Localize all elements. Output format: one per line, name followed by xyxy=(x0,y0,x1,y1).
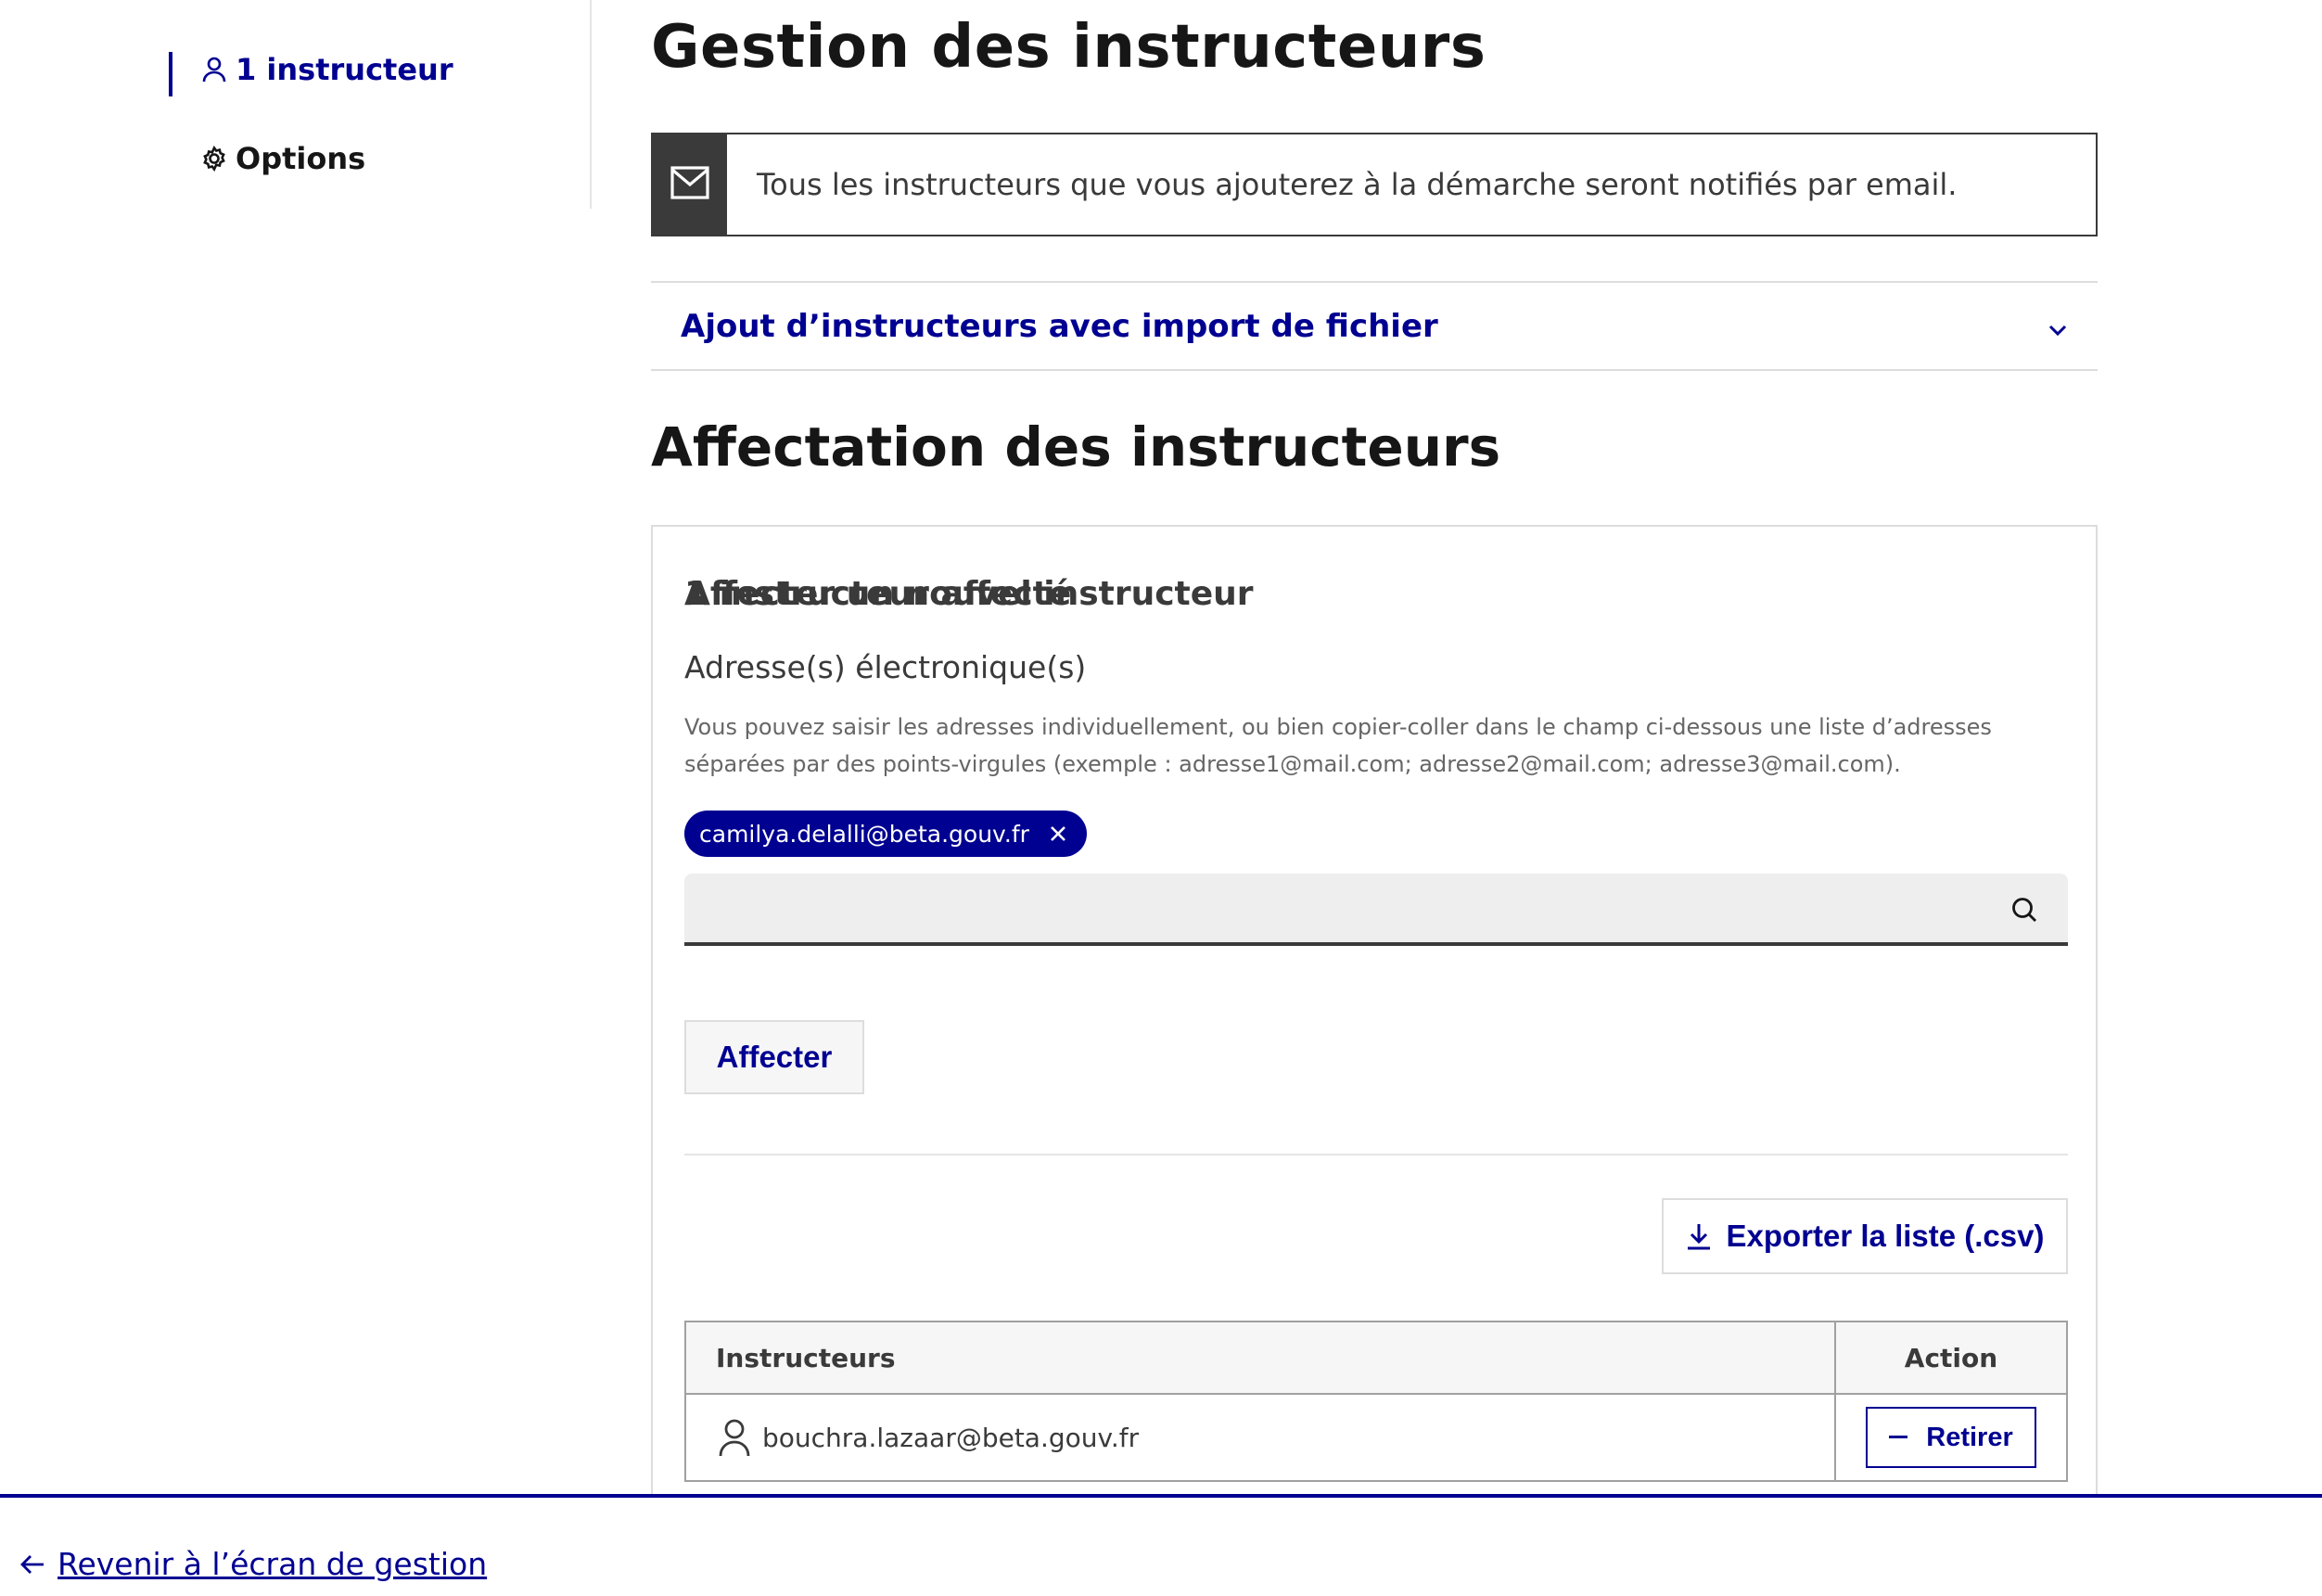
email-search-input[interactable] xyxy=(684,874,2068,942)
page: 1 instructeur Options Gestion des instru… xyxy=(0,0,2322,1596)
divider xyxy=(684,1154,2068,1156)
notice-icon-bar xyxy=(653,134,727,235)
back-link-label: Revenir à l’écran de gestion xyxy=(57,1546,488,1582)
user-icon xyxy=(200,56,228,83)
sidebar-item-label: Options xyxy=(236,141,366,176)
chevron-down-icon xyxy=(2048,308,2068,345)
sidebar-nav: 1 instructeur Options xyxy=(0,0,592,209)
remove-label: Retirer xyxy=(1926,1422,2013,1452)
assignment-card: Affecter un nouvel instructeur Adresse(s… xyxy=(651,525,2098,1596)
sticky-footer: Revenir à l’écran de gestion xyxy=(0,1494,2322,1596)
column-header-action: Action xyxy=(1834,1321,2068,1395)
sidebar-item-label: 1 instructeur xyxy=(236,52,453,87)
export-label: Exporter la liste (.csv) xyxy=(1726,1219,2045,1253)
mail-icon xyxy=(670,166,709,203)
tag-label: camilya.delalli@beta.gouv.fr xyxy=(699,820,1029,848)
email-field-hint: Vous pouvez saisir les adresses individu… xyxy=(684,714,1992,777)
selected-email-tag: camilya.delalli@beta.gouv.fr xyxy=(684,811,1087,857)
page-title: Gestion des instructeurs xyxy=(651,13,1486,82)
instructor-email: bouchra.lazaar@beta.gouv.fr xyxy=(762,1422,1140,1453)
assigned-count: 1 instructeur affecté xyxy=(684,575,1072,613)
accordion-label: Ajout d’instructeurs avec import de fich… xyxy=(681,307,1438,345)
export-csv-button[interactable]: Exporter la liste (.csv) xyxy=(1662,1198,2068,1274)
section-title: Affectation des instructeurs xyxy=(651,415,1501,479)
search-icon xyxy=(2010,896,2038,927)
gear-icon xyxy=(200,145,228,172)
sidebar-item-instructeurs[interactable]: 1 instructeur xyxy=(169,52,453,96)
column-header-instructeurs: Instructeurs xyxy=(684,1321,1836,1395)
minus-icon xyxy=(1889,1436,1908,1439)
remove-instructor-button[interactable]: Retirer xyxy=(1866,1407,2036,1468)
action-cell: Retirer xyxy=(1834,1393,2068,1482)
sidebar-item-options[interactable]: Options xyxy=(200,141,365,176)
instructor-cell: bouchra.lazaar@beta.gouv.fr xyxy=(684,1393,1836,1482)
info-notice: Tous les instructeurs que vous ajouterez… xyxy=(651,133,2098,236)
instructors-table: Instructeurs Action bouchra.lazaar@beta.… xyxy=(684,1321,2068,1482)
arrow-left-icon xyxy=(20,1554,45,1575)
notice-text: Tous les instructeurs que vous ajouterez… xyxy=(757,167,1958,202)
back-to-management-link[interactable]: Revenir à l’écran de gestion xyxy=(20,1546,487,1582)
user-icon xyxy=(718,1418,751,1457)
close-icon[interactable] xyxy=(1050,825,1066,842)
accordion-import-file[interactable]: Ajout d’instructeurs avec import de fich… xyxy=(651,281,2098,371)
affecter-button[interactable]: Affecter xyxy=(684,1020,864,1094)
email-field-label: Adresse(s) électronique(s) xyxy=(684,649,1087,685)
download-icon xyxy=(1686,1222,1712,1250)
table-row: bouchra.lazaar@beta.gouv.fr Retirer xyxy=(684,1393,2068,1482)
email-search-field xyxy=(684,874,2068,946)
table-header-row: Instructeurs Action xyxy=(684,1321,2068,1395)
